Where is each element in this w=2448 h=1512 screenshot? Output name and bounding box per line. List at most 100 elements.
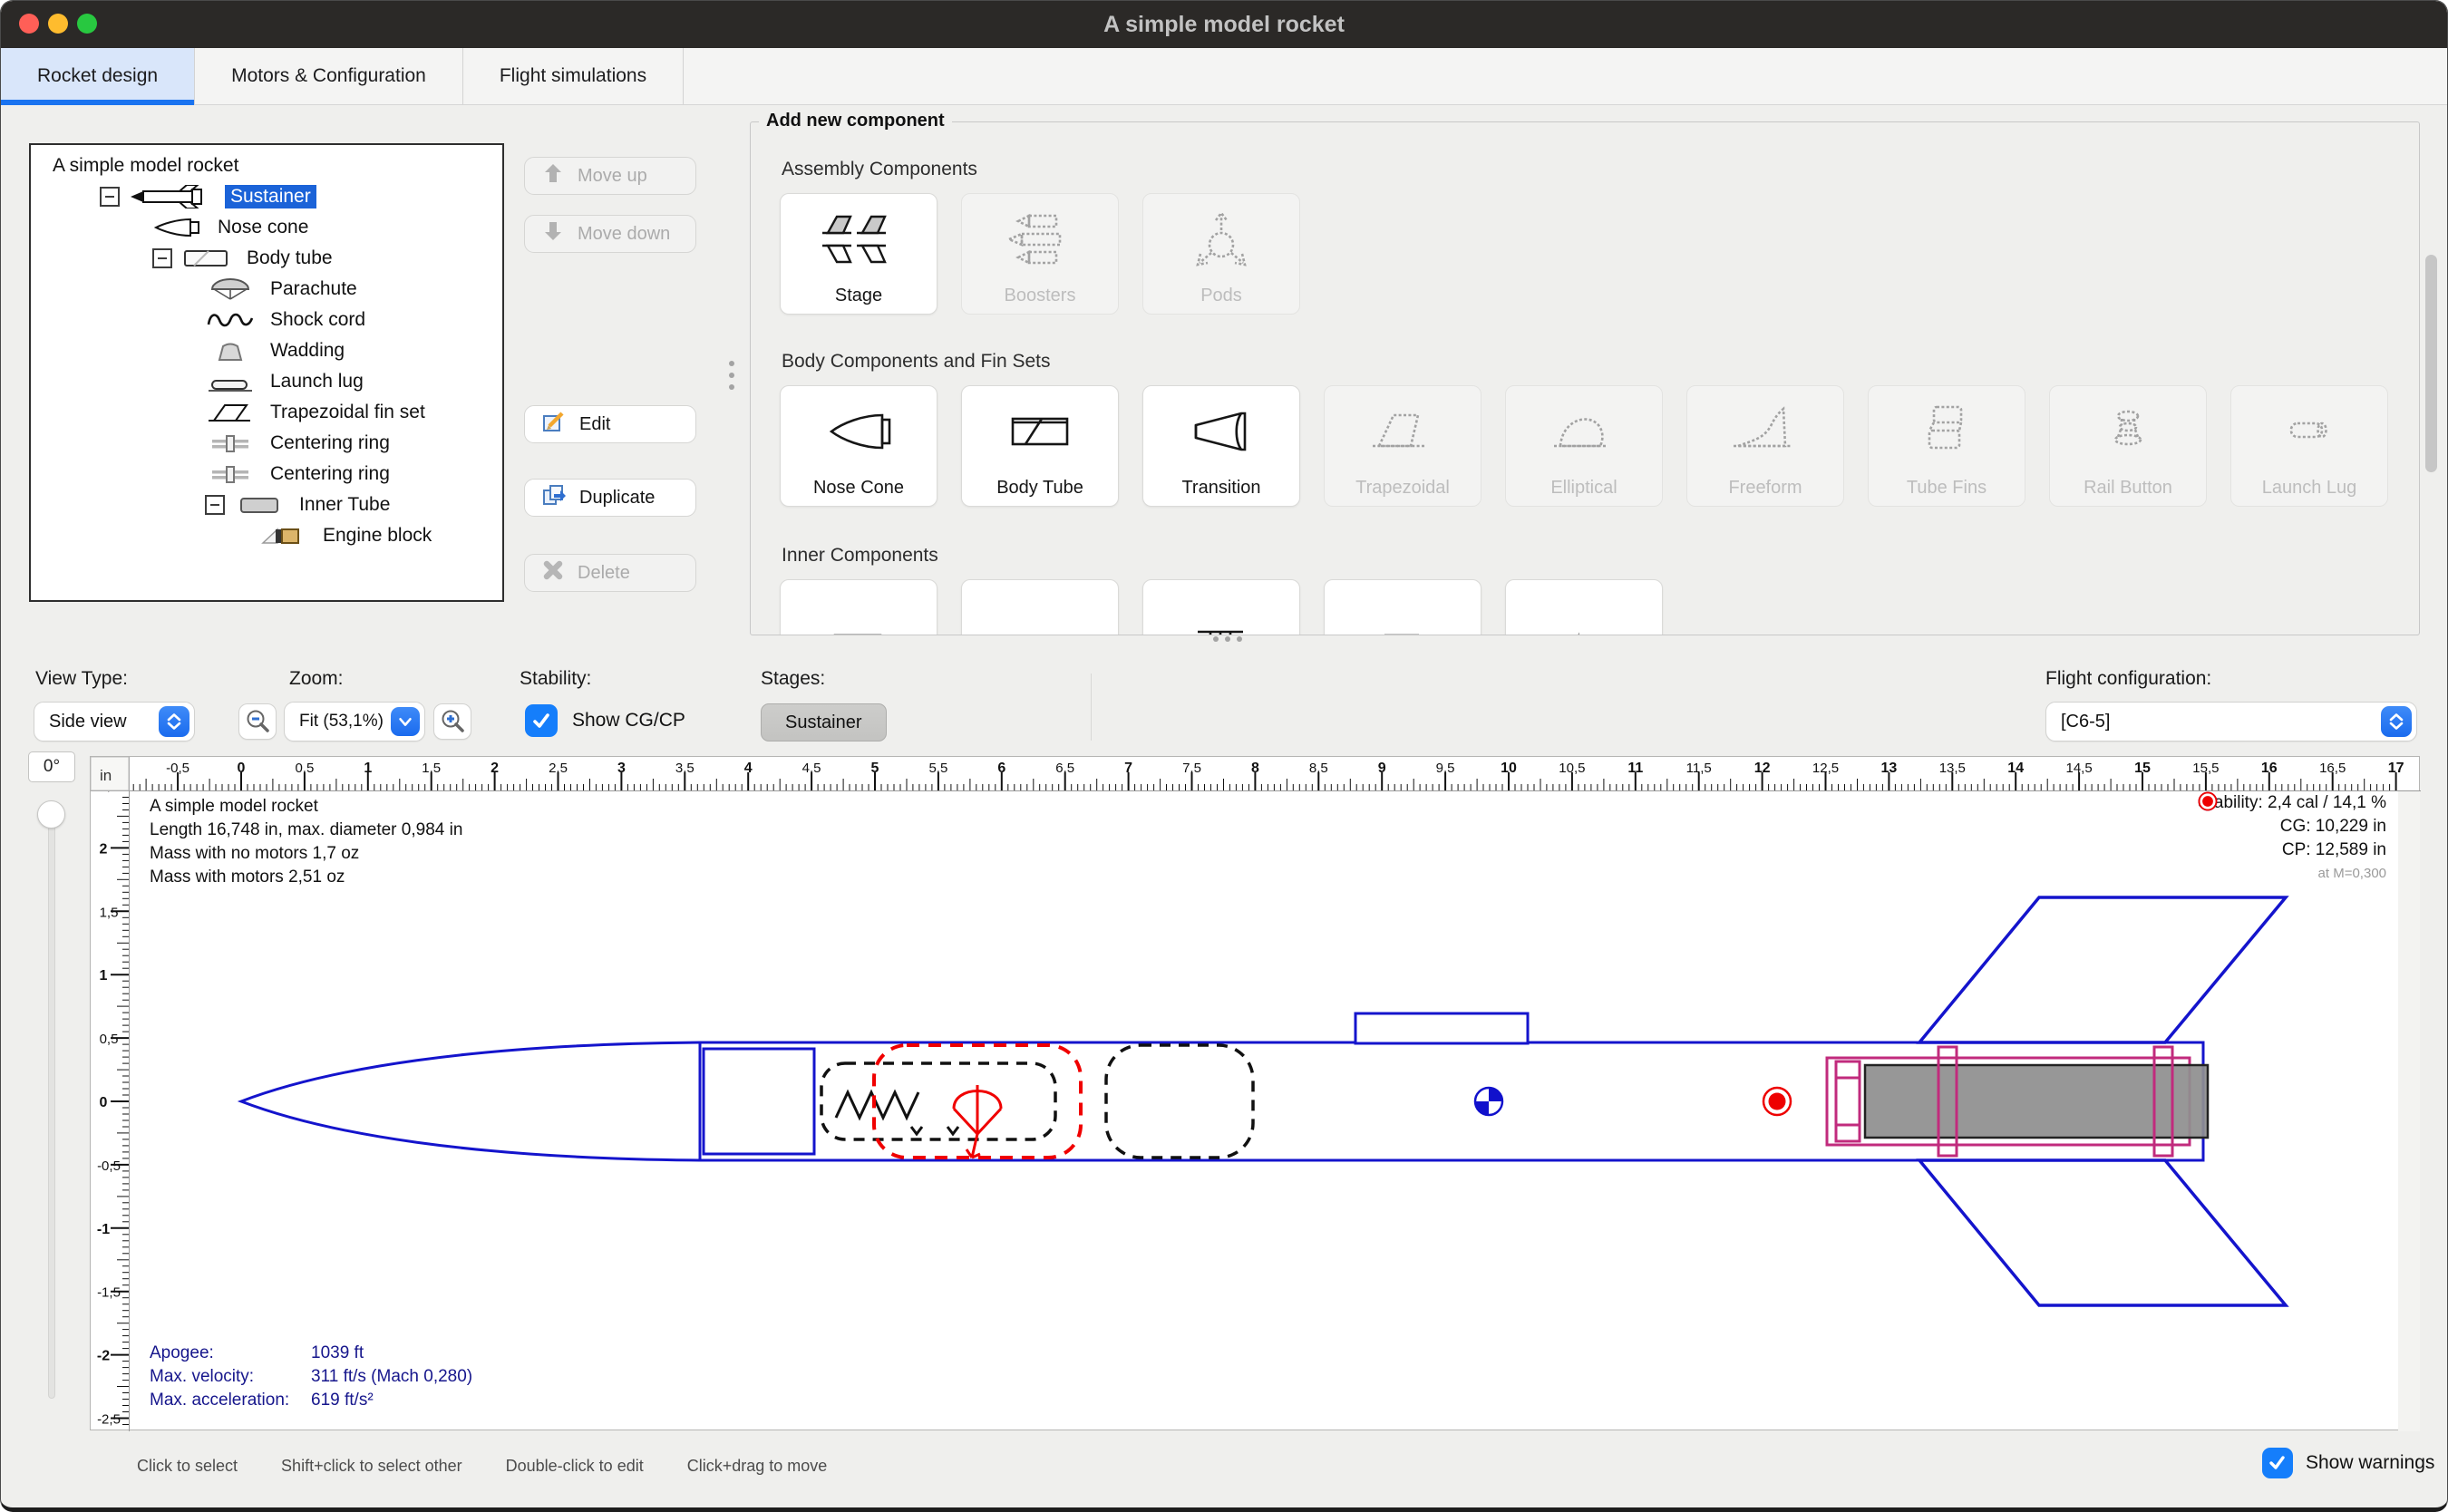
ruler-unit-label: in [100,767,112,784]
component-tile-stage[interactable]: Stage [780,193,937,315]
svg-text:10,5: 10,5 [1559,761,1585,776]
svg-text:0: 0 [100,1095,108,1110]
rotation-slider-track[interactable] [48,809,55,1399]
svg-text:7: 7 [1124,761,1132,776]
svg-text:2: 2 [100,841,108,857]
svg-text:13: 13 [1881,761,1898,776]
section-label-assembly-components: Assembly Components [782,159,977,180]
flight-config-select[interactable]: [C6-5] [2045,702,2417,741]
tile-label: Tube Fins [1907,478,1987,499]
svg-text:16,5: 16,5 [2319,761,2346,776]
button-label: Duplicate [579,488,655,509]
wadding-icon [205,339,256,363]
show-cgcp-label: Show CG/CP [572,710,685,732]
edit-icon [541,409,567,440]
show-warnings-checkbox[interactable] [2262,1448,2293,1478]
tree-item-centering-ring[interactable]: Centering ring [31,428,502,459]
tree-expander-icon[interactable] [152,248,172,268]
zoom-level-select[interactable]: Fit (53,1%) [284,702,425,741]
svg-text:15: 15 [2134,761,2151,776]
arrow-up-icon [541,161,565,190]
component-tree[interactable]: A simple model rocketSustainerNose coneB… [29,143,504,602]
tree-item-trapezoidal-fin-set[interactable]: Trapezoidal fin set [31,397,502,428]
move-down-button[interactable]: Move down [524,215,696,253]
railbutton-icon [2092,386,2164,476]
svg-text:6,5: 6,5 [1055,761,1074,776]
fin-upper-outline [1919,897,2286,1042]
move-up-button[interactable]: Move up [524,157,696,195]
tile-label: Elliptical [1550,478,1617,499]
vertical-splitter-handle[interactable] [729,361,734,390]
zoom-out-button[interactable] [238,703,277,740]
svg-text:14: 14 [2007,761,2024,776]
component-tile-centeringring2[interactable] [1142,579,1300,635]
duplicate-button[interactable]: Duplicate [524,479,696,517]
tree-item-wadding[interactable]: Wadding [31,335,502,366]
zoom-in-button[interactable] [433,703,471,740]
tree-item-centering-ring[interactable]: Centering ring [31,459,502,489]
delete-button[interactable]: Delete [524,554,696,592]
component-tile-engineblock2[interactable] [1505,579,1663,635]
tab-motors-configuration[interactable]: Motors & Configuration [195,48,463,104]
svg-text:1,5: 1,5 [100,905,119,920]
edit-button[interactable]: Edit [524,405,696,443]
svg-text:-1: -1 [97,1222,110,1237]
panel-scrollbar-thumb[interactable] [2425,255,2437,472]
shockcord-icon [205,308,256,332]
tree-expander-icon[interactable] [205,495,225,515]
tree-item-engine-block[interactable]: Engine block [31,520,502,551]
tile-label: Boosters [1005,286,1076,306]
component-tile-coupler[interactable] [780,579,937,635]
nosecone-icon [822,386,895,476]
launch-lug-outline [1355,1013,1528,1043]
arrow-down-icon [541,219,565,248]
tree-item-launch-lug[interactable]: Launch lug [31,366,502,397]
svg-text:17: 17 [2388,761,2404,776]
component-tile-trapezoidal: Trapezoidal [1324,385,1481,507]
svg-text:3,5: 3,5 [675,761,695,776]
stage-icon [822,194,895,284]
svg-text:-2: -2 [97,1349,110,1364]
tree-item-label: Wadding [265,339,350,363]
duplicate-icon [541,482,567,513]
tile-label: Rail Button [2084,478,2172,499]
svg-text:5: 5 [871,761,879,776]
component-tile-engineblockt[interactable] [1324,579,1481,635]
horizontal-splitter-handle[interactable] [1213,636,1242,642]
rotation-slider-thumb[interactable] [37,800,65,829]
tree-item-parachute[interactable]: Parachute [31,274,502,305]
transition-icon [1185,386,1258,476]
tree-item-nose-cone[interactable]: Nose cone [31,212,502,243]
tree-item-sustainer[interactable]: Sustainer [31,181,502,212]
component-tile-bulkhead[interactable] [961,579,1119,635]
motor-outline [1865,1065,2208,1138]
show-cgcp-checkbox[interactable] [525,704,558,737]
pods-icon [1185,194,1258,284]
nose-cone-outline [241,1042,700,1160]
tree-expander-icon[interactable] [100,187,120,207]
bulkhead-icon [1004,580,1076,635]
tab-rocket-design[interactable]: Rocket design [1,48,195,104]
svg-text:6: 6 [997,761,1005,776]
hint-text: Click to select [137,1457,238,1475]
boosters-icon [1004,194,1076,284]
tree-item-a-simple-model-rocket[interactable]: A simple model rocket [31,150,502,181]
rocket-design-canvas[interactable]: -0,500,511,522,533,544,555,566,577,588,5… [90,756,2420,1430]
bodytube-icon [181,247,232,270]
component-tile-transition[interactable]: Transition [1142,385,1300,507]
component-tile-body-tube[interactable]: Body Tube [961,385,1119,507]
tile-label: Body Tube [996,478,1083,499]
component-tile-launch-lug: Launch Lug [2230,385,2388,507]
view-type-select[interactable]: Side view [34,702,195,741]
tree-item-shock-cord[interactable]: Shock cord [31,305,502,335]
tab-flight-simulations[interactable]: Flight simulations [463,48,684,104]
delete-icon [541,558,565,587]
tile-label: Pods [1200,286,1242,306]
tree-item-inner-tube[interactable]: Inner Tube [31,489,502,520]
tree-item-body-tube[interactable]: Body tube [31,243,502,274]
stage-toggle-sustainer[interactable]: Sustainer [761,703,887,741]
tiles-row-assembly-components: Stage Boosters Pods [780,193,1300,315]
component-tile-nose-cone[interactable]: Nose Cone [780,385,937,507]
rocket-info-line: Length 16,748 in, max. diameter 0,984 in [150,819,462,842]
innertube-icon [234,493,285,517]
